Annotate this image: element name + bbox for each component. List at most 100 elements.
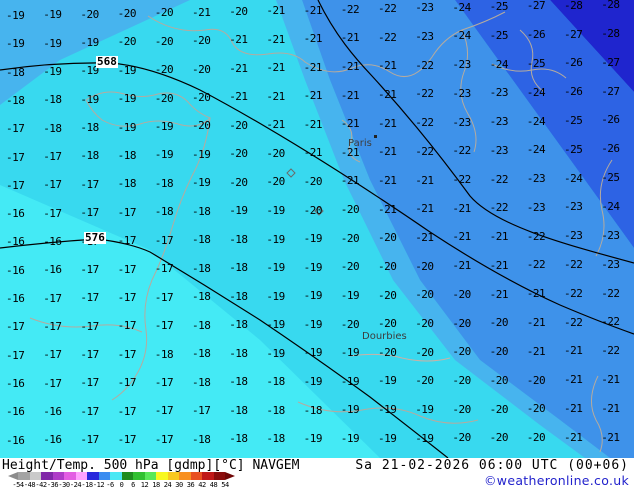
temp-value: -17 <box>154 432 174 446</box>
temp-value: -18 <box>6 65 25 79</box>
temp-value: -24 <box>564 171 583 185</box>
temp-value: -18 <box>303 403 323 417</box>
temp-value: -28 <box>601 26 620 40</box>
contour-label: 568 <box>96 55 118 68</box>
temp-value: -19 <box>43 8 62 22</box>
temp-value: -20 <box>192 119 211 133</box>
temp-value: -21 <box>340 31 360 45</box>
temp-value: -22 <box>378 2 397 16</box>
temp-value: -20 <box>452 287 471 301</box>
temp-value: -19 <box>6 37 25 51</box>
temp-value: -19 <box>415 431 434 445</box>
temp-value: -17 <box>6 122 25 136</box>
temp-value: -21 <box>601 373 620 387</box>
temp-value: -20 <box>378 288 397 302</box>
scale-segment <box>64 472 76 480</box>
temp-value: -19 <box>229 204 248 218</box>
temp-value: -21 <box>564 430 583 444</box>
temp-value: -17 <box>43 348 62 362</box>
color-scale <box>18 472 225 480</box>
temp-value: -21 <box>452 230 471 244</box>
temp-value: -23 <box>489 86 509 100</box>
weather-map-page: -19 -19 -20 -20 -20 -21 -20 -21 -21 -22 -22 -23 -24 -… <box>0 0 634 490</box>
temp-value: -18 <box>154 347 174 361</box>
temp-value: -21 <box>303 3 323 17</box>
temp-value: -21 <box>452 259 471 273</box>
temp-value: -18 <box>192 233 211 247</box>
temp-value: -20 <box>340 231 360 245</box>
temp-value: -20 <box>415 288 434 302</box>
temp-value: -23 <box>452 86 471 100</box>
temp-value: -17 <box>154 290 174 304</box>
temp-value: -20 <box>154 34 174 48</box>
temp-value: -17 <box>80 319 99 333</box>
temp-value: -22 <box>601 286 620 300</box>
scale-tick: 54 <box>221 481 229 489</box>
temp-value: -19 <box>80 92 99 106</box>
temp-value: -17 <box>80 206 99 220</box>
temp-value: -20 <box>415 316 434 330</box>
temp-value: -21 <box>564 402 583 416</box>
temp-value: -19 <box>154 148 174 162</box>
temp-value: -18 <box>229 375 248 389</box>
temp-value: -20 <box>192 34 211 48</box>
temp-value: -16 <box>6 207 25 221</box>
temp-value: -17 <box>154 404 174 418</box>
scale-arrow-right <box>225 472 235 480</box>
temp-value: -17 <box>154 319 174 333</box>
temp-value: -19 <box>378 403 397 417</box>
contour-label: 576 <box>84 231 106 244</box>
temp-value: -16 <box>43 234 62 248</box>
temp-value: -20 <box>340 317 360 331</box>
temp-value: -17 <box>6 150 25 164</box>
temp-value: -21 <box>564 344 583 358</box>
temp-value: -21 <box>229 61 248 75</box>
temp-value: -19 <box>340 288 360 302</box>
temp-value: -17 <box>43 376 62 390</box>
scale-segment <box>167 472 179 480</box>
temp-value: -16 <box>6 433 25 447</box>
temp-value: -17 <box>154 233 174 247</box>
temp-value: -17 <box>6 178 25 192</box>
temp-value: -23 <box>489 143 509 157</box>
temp-value: -21 <box>378 145 397 159</box>
temp-value: -20 <box>452 374 471 387</box>
temp-value: -22 <box>564 286 583 300</box>
temp-value: -18 <box>117 177 137 191</box>
temp-value: -18 <box>192 375 211 389</box>
temp-value: -17 <box>117 376 137 390</box>
temp-value: -23 <box>452 115 471 129</box>
temp-value: -22 <box>415 144 434 158</box>
temp-value: -18 <box>229 318 248 332</box>
map-title: Height/Temp. 500 hPa [gdmp][°C] NAVGEM <box>2 458 300 473</box>
temp-value: -16 <box>6 235 25 249</box>
temp-value: -22 <box>601 315 620 329</box>
temp-value: -19 <box>266 232 285 246</box>
temp-value: -27 <box>526 0 546 13</box>
temp-value: -18 <box>266 403 285 417</box>
copyright-link[interactable]: ©weatheronline.co.uk <box>484 473 629 488</box>
temp-value: -21 <box>378 173 397 187</box>
temp-value: -19 <box>117 92 137 106</box>
temp-value: -24 <box>452 29 471 43</box>
temp-value: -17 <box>6 320 25 334</box>
temp-value: -20 <box>378 345 397 359</box>
temp-value: -16 <box>43 404 62 418</box>
temp-value: -26 <box>601 113 620 127</box>
scale-segment <box>213 472 225 480</box>
temp-value: -23 <box>452 58 471 72</box>
temp-value: -23 <box>601 228 620 242</box>
temp-value: -19 <box>340 374 360 388</box>
scale-segment <box>121 472 133 480</box>
temp-value: -18 <box>192 204 211 218</box>
temp-value: -20 <box>526 402 546 416</box>
temp-value: -17 <box>43 178 62 192</box>
temp-value: -19 <box>303 232 323 246</box>
temp-value: -27 <box>564 27 583 41</box>
temp-value: -19 <box>303 289 323 303</box>
temp-value: -20 <box>154 63 174 77</box>
temp-value: -21 <box>303 146 323 160</box>
temp-value: -17 <box>43 319 62 333</box>
temp-value: -21 <box>340 174 360 188</box>
temp-value: -18 <box>6 93 25 107</box>
